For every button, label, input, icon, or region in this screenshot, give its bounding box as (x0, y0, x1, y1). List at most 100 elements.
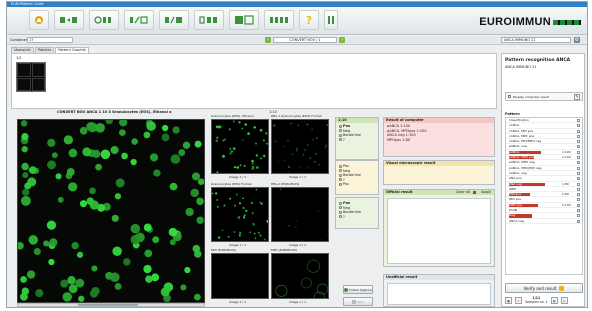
previous-sample-button[interactable]: ‹ (265, 37, 271, 43)
radio-button[interactable] (339, 164, 342, 168)
thumbnail-cell[interactable] (17, 63, 31, 77)
pattern-checkbox[interactable] (577, 187, 580, 191)
sub-image-tile-4[interactable] (271, 187, 329, 242)
sub-image-tile-1[interactable] (211, 119, 269, 174)
edit-icon[interactable]: ✎ (574, 93, 580, 100)
fluorescent-cell (296, 220, 298, 222)
radio-button[interactable] (339, 182, 342, 186)
pattern-checkbox[interactable] (577, 145, 580, 149)
pattern-checkbox[interactable] (577, 124, 580, 128)
main-fluorescence-image[interactable] (17, 119, 205, 303)
fluorescent-cell (284, 159, 286, 161)
official-result-text[interactable] (387, 198, 491, 264)
option-unknown[interactable]: ? (339, 138, 375, 143)
clear-all-button[interactable]: Clear all (456, 190, 470, 195)
sub-image-tile-2[interactable] (271, 119, 329, 174)
radio-button[interactable] (339, 129, 342, 133)
option-unknown[interactable]: ? (339, 215, 375, 220)
delete-icon[interactable]: ✕ (515, 297, 522, 304)
grid-view-7-icon (270, 17, 288, 23)
fluorescent-cell (229, 197, 232, 200)
pattern-checkbox[interactable] (577, 161, 580, 165)
pattern-checkbox[interactable] (577, 156, 580, 160)
fluorescent-cell (21, 162, 29, 171)
pattern-row[interactable]: ANCA neg (506, 219, 582, 224)
pattern-checkbox[interactable] (577, 203, 580, 207)
substrate-settings-button[interactable]: ⚙ (574, 37, 580, 43)
thumbnail-cell[interactable] (31, 77, 45, 91)
radio-button[interactable] (339, 173, 342, 177)
pattern-checkbox[interactable] (577, 119, 580, 122)
pattern-checkbox[interactable] (577, 209, 580, 213)
radio-button[interactable] (339, 124, 342, 128)
main-image-caption: CONVERT NOV ANCA 1 10 3 Granulocytes (EO… (57, 110, 172, 114)
radio-button[interactable] (339, 215, 342, 219)
toolbar-button-2[interactable] (89, 10, 119, 30)
next-sample-button[interactable]: › (339, 37, 345, 43)
pattern-checkbox[interactable] (577, 166, 580, 170)
display-computer-result[interactable]: Display computer result ✎ (505, 92, 583, 101)
fluorescent-cell (314, 152, 317, 155)
fluorescent-cell (130, 158, 137, 166)
fluorescent-cell (119, 120, 128, 127)
display-checkbox[interactable] (508, 95, 511, 98)
pattern-checkbox[interactable] (577, 193, 580, 197)
fluorescent-cell (194, 250, 202, 258)
radio-button[interactable] (339, 206, 342, 210)
pattern-checkbox[interactable] (577, 214, 580, 218)
fluorescent-cell (265, 132, 268, 135)
option-pos-alt[interactable]: Pos (339, 182, 375, 187)
pattern-checkbox[interactable] (577, 150, 580, 154)
pattern-checkbox[interactable] (577, 140, 580, 144)
save-icon[interactable]: ▣ (505, 297, 512, 304)
apply-button[interactable]: Apply (481, 190, 491, 195)
fluorescent-cell (301, 277, 312, 289)
pattern-label: pANCA (509, 149, 520, 154)
home-button[interactable] (29, 10, 49, 30)
fluorescent-cell (263, 238, 266, 241)
unofficial-result-text[interactable] (387, 283, 491, 305)
fluorescent-cell (67, 275, 76, 285)
image-horizontal-scrollbar[interactable] (17, 303, 205, 307)
sub-image-tile-5[interactable] (211, 253, 269, 299)
thumbnail-cell[interactable] (31, 63, 45, 77)
fluorescent-cell (121, 152, 128, 160)
radio-button[interactable] (339, 210, 342, 214)
thumbnail-grid[interactable] (16, 62, 46, 92)
toolbar-button-7[interactable] (264, 10, 294, 30)
save-button[interactable]: Save (343, 297, 373, 306)
pattern-checkbox[interactable] (577, 134, 580, 138)
sub-image-tile-3[interactable] (211, 187, 269, 242)
radio-button[interactable] (339, 169, 342, 173)
container-select[interactable]: 17 (27, 37, 73, 43)
report-icon[interactable]: ▤ (550, 297, 558, 304)
radio-button[interactable] (339, 133, 342, 137)
toolbar-button-6[interactable] (229, 10, 259, 30)
pattern-checkbox[interactable] (577, 171, 580, 175)
pattern-checkbox[interactable] (577, 129, 580, 133)
fluorescent-cell (215, 139, 218, 142)
toolbar-button-3[interactable] (124, 10, 154, 30)
radio-button[interactable] (339, 138, 342, 142)
toolbar-button-5[interactable] (194, 10, 224, 30)
sample-id-field[interactable]: CONVERT NOV / 1 (273, 37, 337, 43)
radio-button[interactable] (339, 201, 342, 205)
sub-image-tile-6[interactable] (271, 253, 329, 299)
print-icon[interactable]: ⎙ (560, 297, 568, 304)
thumbnail-label: 1/1 (16, 56, 22, 60)
pattern-checkbox[interactable] (577, 182, 580, 186)
follow-capture-button[interactable]: Follow Capture (343, 285, 373, 294)
radio-button[interactable] (339, 178, 342, 182)
pattern-checkbox[interactable] (577, 177, 580, 181)
fluorescent-cell (24, 182, 32, 190)
help-button[interactable]: ? (299, 10, 319, 30)
verify-and-result-button[interactable]: Verify and result (505, 283, 583, 293)
fluorescent-cell (110, 146, 119, 155)
pattern-checkbox[interactable] (577, 198, 580, 202)
thumbnail-cell[interactable] (17, 77, 31, 91)
toolbar-button-4[interactable] (159, 10, 189, 30)
scrollbar-thumb[interactable] (78, 304, 138, 306)
toolbar-button-1[interactable] (54, 10, 84, 30)
pause-button[interactable] (324, 10, 338, 30)
pattern-checkbox[interactable] (577, 219, 580, 223)
